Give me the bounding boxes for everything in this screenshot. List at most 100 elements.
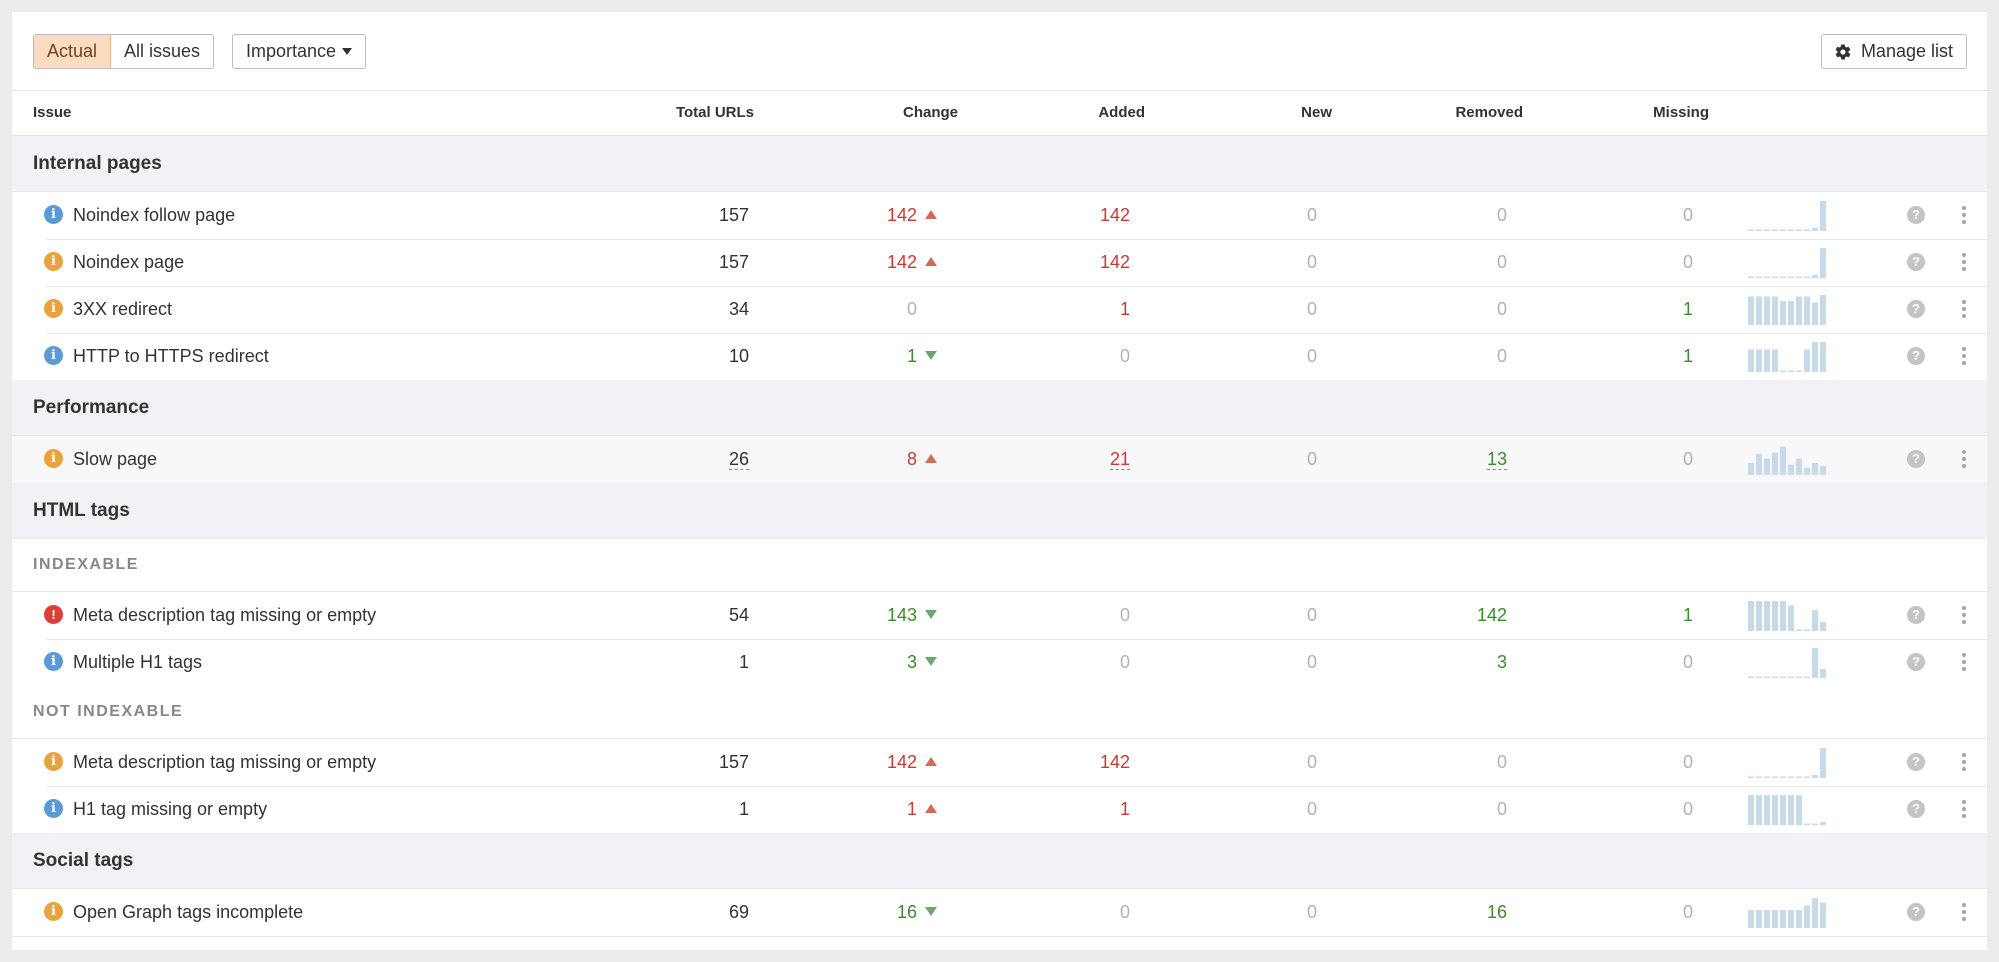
removed: 0 [1497,239,1507,286]
filter-all-issues-button[interactable]: All issues [111,35,213,68]
change-value: 0 [906,299,917,319]
added-value: 0 [1119,346,1130,366]
help-icon[interactable]: ? [1907,800,1925,818]
table-row[interactable]: i H1 tag missing or empty 1 1 1 0 0 0? [12,786,1987,834]
total-urls: 157 [719,739,749,786]
issue-name[interactable]: Noindex page [73,252,184,272]
more-options-icon[interactable] [1959,798,1969,820]
sparkline-bar [1764,601,1770,631]
table-row[interactable]: i Multiple H1 tags 1 3 0 0 3 0? [12,639,1987,687]
issue-name[interactable]: Noindex follow page [73,205,235,225]
issue-name[interactable]: Meta description tag missing or empty [73,752,376,772]
missing: 0 [1683,192,1693,239]
total-urls-value: 34 [728,299,749,319]
trend-sparkline [1748,601,1826,631]
help-icon[interactable]: ? [1907,450,1925,468]
sparkline-bar [1812,610,1818,631]
sparkline-bar [1788,370,1794,372]
more-options-icon[interactable] [1959,901,1969,923]
help-icon[interactable]: ? [1907,606,1925,624]
help-icon[interactable]: ? [1907,206,1925,224]
column-header-change[interactable]: Change [903,91,958,135]
more-options-icon[interactable] [1959,651,1969,673]
column-header-added[interactable]: Added [1098,91,1145,135]
issue-name[interactable]: H1 tag missing or empty [73,799,267,819]
issue-name[interactable]: Multiple H1 tags [73,652,202,672]
sparkline-bar [1772,276,1778,278]
sparkline-bar [1772,452,1778,475]
missing: 0 [1683,739,1693,786]
more-options-icon[interactable] [1959,345,1969,367]
more-options-icon[interactable] [1959,204,1969,226]
change-value: 16 [896,902,917,922]
more-options-icon[interactable] [1959,298,1969,320]
sparkline-bar [1804,467,1810,475]
new-value: 0 [1306,752,1317,772]
issue-cell: i Noindex page [33,239,184,286]
table-row[interactable]: i Open Graph tags incomplete 69 16 0 0 16 0? [12,889,1987,937]
help-icon[interactable]: ? [1907,753,1925,771]
sparkline-bar [1796,910,1802,928]
table-row[interactable]: i Meta description tag missing or empty 15… [12,739,1987,787]
added-value: 142 [1099,205,1130,225]
added: 142 [1100,239,1130,286]
more-options-icon[interactable] [1959,448,1969,470]
new: 0 [1307,786,1317,833]
table-row[interactable]: ! Meta description tag missing or empty 54… [12,592,1987,640]
help-icon[interactable]: ? [1907,347,1925,365]
more-options-icon[interactable] [1959,751,1969,773]
sparkline-bar [1788,910,1794,928]
removed-value[interactable]: 13 [1486,449,1507,470]
removed: 16 [1487,889,1507,936]
filter-actual-button[interactable]: Actual [34,35,112,68]
issue-name[interactable]: Slow page [73,449,157,469]
change-value: 8 [906,449,917,469]
change-value: 143 [886,605,917,625]
sparkline-bar [1764,349,1770,372]
column-header-issue[interactable]: Issue [33,91,71,135]
sparkline-bar [1820,669,1826,678]
added-value[interactable]: 21 [1109,449,1130,470]
sort-dropdown[interactable]: Importance [232,34,367,69]
missing: 0 [1683,639,1693,686]
issue-name[interactable]: 3XX redirect [73,299,172,319]
arrow-up-icon [925,256,937,266]
table-row[interactable]: i Noindex follow page 157 142 142 0 0 0? [12,192,1987,240]
table-row[interactable]: i 3XX redirect 34 0 1 0 0 1? [12,286,1987,334]
issue-name[interactable]: HTTP to HTTPS redirect [73,346,269,366]
table-row[interactable]: i Slow page 26 8 21 0 13 0? [12,436,1987,484]
sparkline-bar [1788,776,1794,778]
more-options-icon[interactable] [1959,604,1969,626]
manage-list-button[interactable]: Manage list [1820,34,1967,69]
section-title: HTML tags [33,500,130,521]
total-urls-value: 1 [738,799,749,819]
more-options-icon[interactable] [1959,251,1969,273]
sparkline-bar [1820,466,1826,475]
column-header-removed[interactable]: Removed [1455,91,1523,135]
trend-sparkline [1748,748,1826,778]
change-value: 142 [886,252,917,272]
help-icon[interactable]: ? [1907,653,1925,671]
column-header-total-urls[interactable]: Total URLs [676,91,754,135]
table-row[interactable]: i Noindex page 157 142 142 0 0 0? [12,239,1987,287]
help-icon[interactable]: ? [1907,253,1925,271]
sparkline-bar [1788,676,1794,678]
new: 0 [1307,436,1317,483]
new-value: 0 [1306,346,1317,366]
change-value: 142 [886,752,917,772]
sparkline-bar [1764,795,1770,825]
issue-name[interactable]: Open Graph tags incomplete [73,902,303,922]
column-header-missing[interactable]: Missing [1653,91,1709,135]
missing-value: 1 [1682,346,1693,366]
sparkline-bar [1804,676,1810,678]
sparkline-bar [1748,463,1754,475]
column-header-new[interactable]: New [1301,91,1332,135]
subsection-title: NOT INDEXABLE [33,703,184,720]
sparkline-bar [1796,229,1802,231]
table-row[interactable]: i HTTP to HTTPS redirect 10 1 0 0 0 1? [12,333,1987,381]
help-icon[interactable]: ? [1907,300,1925,318]
total-urls-value[interactable]: 26 [728,449,749,470]
help-icon[interactable]: ? [1907,903,1925,921]
issue-name[interactable]: Meta description tag missing or empty [73,605,376,625]
sparkline-bar [1772,349,1778,372]
